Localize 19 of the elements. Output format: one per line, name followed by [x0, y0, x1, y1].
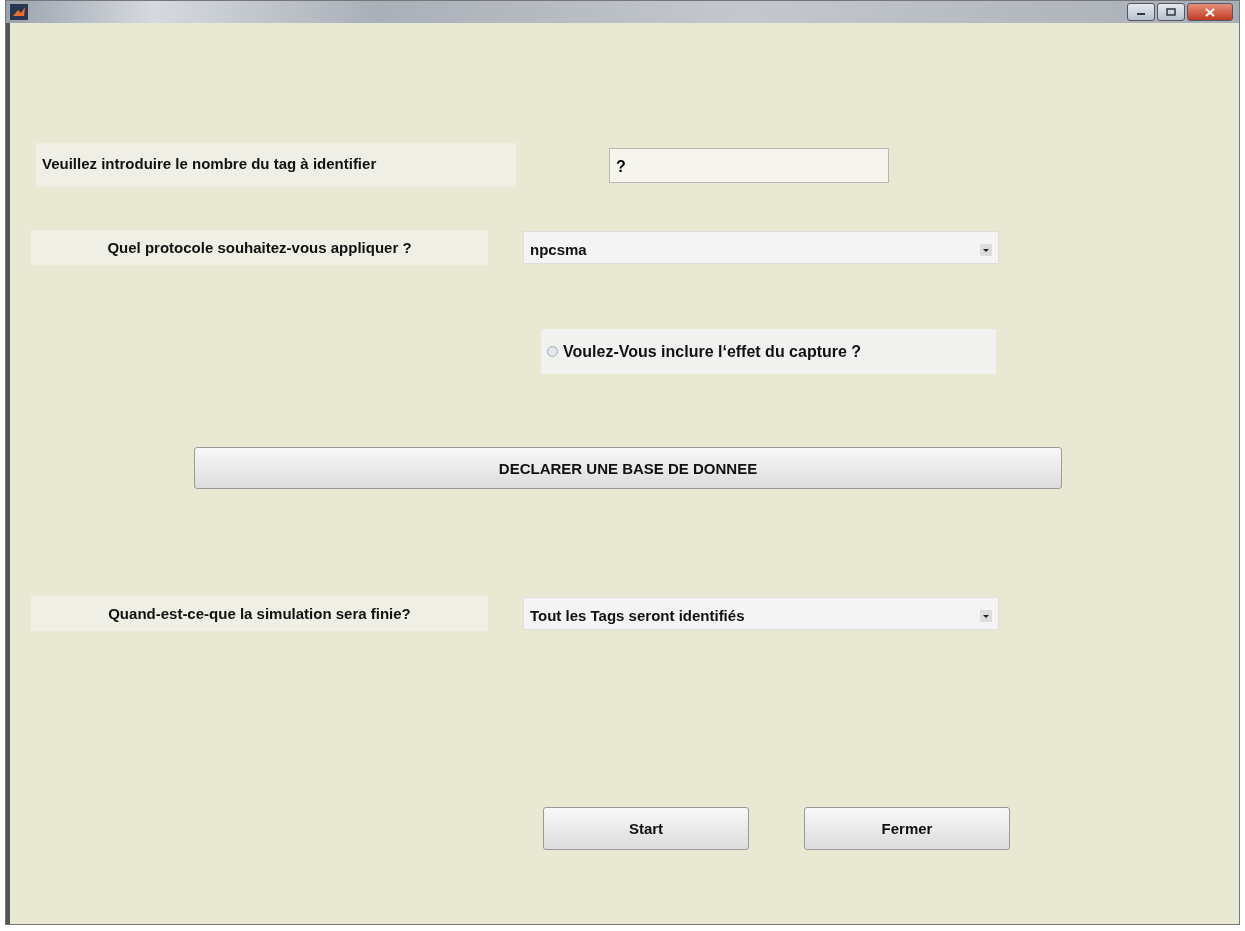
maximize-button[interactable]	[1157, 3, 1185, 21]
app-icon	[10, 4, 28, 20]
action-button[interactable]: Fermer	[804, 807, 1010, 850]
minimize-button[interactable]	[1127, 3, 1155, 21]
caret-icon	[980, 609, 992, 622]
radio-button[interactable]	[547, 346, 558, 357]
declare-database-button[interactable]: DECLARER UNE BASE DE DONNEE	[194, 447, 1062, 489]
radio-option[interactable]: Voulez-Vous inclure l‘effet du capture ?	[541, 329, 996, 374]
action-button[interactable]: Start	[543, 807, 749, 850]
caret-icon	[980, 243, 992, 256]
end-condition-dropdown[interactable]: Tout les Tags seront identifiés	[523, 597, 999, 630]
protocol-dropdown[interactable]: npcsma	[523, 231, 999, 264]
close-icon	[1205, 7, 1215, 17]
field-label: Quel protocole souhaitez-vous appliquer ?	[31, 230, 488, 265]
close-button[interactable]	[1187, 3, 1233, 21]
field-label: Quand-est-ce-que la simulation sera finie?	[31, 596, 488, 631]
tag-count-field[interactable]: ?	[609, 147, 889, 183]
field-label: Veuillez introduire le nombre du tag à identifier	[36, 143, 516, 187]
maximize-icon	[1166, 8, 1176, 16]
